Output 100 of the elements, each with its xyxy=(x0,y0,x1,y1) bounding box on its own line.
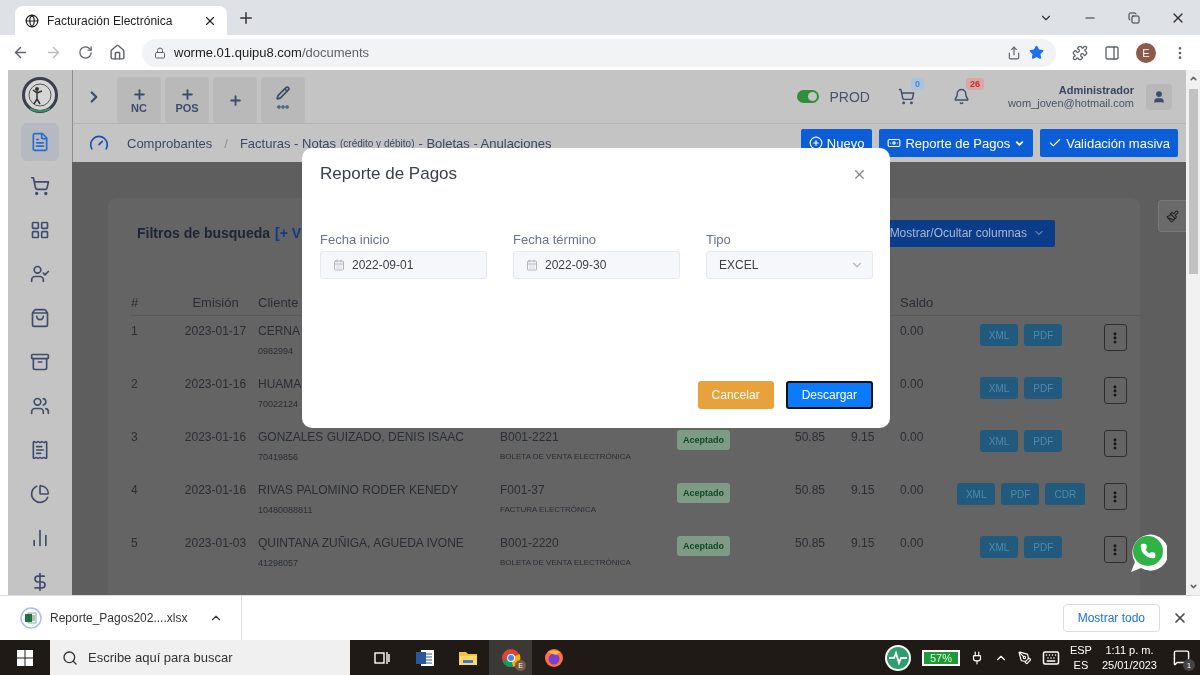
chrome-icon[interactable] xyxy=(500,647,521,668)
date-text: 2023-01-16 xyxy=(184,483,247,497)
plus-icon xyxy=(179,86,195,102)
search-field[interactable]: Escribe aquí para buscar xyxy=(50,640,350,675)
language-text[interactable]: ESP xyxy=(1069,642,1092,658)
sidebar-item[interactable] xyxy=(21,123,59,161)
pen-icon[interactable] xyxy=(1017,650,1032,665)
document-number: B001-2220 xyxy=(500,536,559,550)
star-icon[interactable] xyxy=(1029,45,1044,60)
document-number: B001-2221 xyxy=(500,430,559,444)
bell-icon[interactable] xyxy=(952,88,970,105)
show-all-button[interactable]: Mostrar todo xyxy=(1062,604,1160,632)
notification-count: 26 xyxy=(965,78,984,90)
amount-text: 9.15 xyxy=(851,483,875,497)
column-header: Emisión xyxy=(192,295,239,310)
amount-text: 9.15 xyxy=(851,536,875,550)
users-icon xyxy=(30,396,50,416)
field-label: Fecha inicio xyxy=(320,232,391,247)
row-number: 4 xyxy=(131,483,138,497)
pie-chart-icon xyxy=(30,484,50,504)
customize-button[interactable] xyxy=(1158,200,1186,232)
quick-button[interactable] xyxy=(261,77,305,123)
profile-avatar[interactable]: E xyxy=(1136,42,1156,63)
scrollbar[interactable] xyxy=(1186,70,1200,595)
client-name: QUINTANA ZUÑIGA, AGUEDA IVONE xyxy=(258,536,464,550)
word-icon[interactable] xyxy=(414,647,435,668)
battery-indicator[interactable]: 57% xyxy=(921,649,960,666)
amount-text: 0.00 xyxy=(900,536,924,550)
firefox-icon[interactable] xyxy=(543,647,564,668)
user-button[interactable] xyxy=(1146,83,1172,110)
breadcrumb-separator: / xyxy=(224,135,228,151)
date-field[interactable]: 2022-09-30 xyxy=(513,251,680,279)
row-number: 5 xyxy=(131,536,138,550)
plus-icon xyxy=(227,92,243,108)
amount-text: 50.85 xyxy=(795,536,826,550)
status-badge: Aceptado xyxy=(677,536,730,556)
amount-text: 0.00 xyxy=(900,377,924,391)
home-icon[interactable] xyxy=(109,44,126,61)
type-select[interactable]: EXCEL xyxy=(706,251,873,279)
download-button[interactable]: Descargar xyxy=(785,381,873,409)
scroll-thumb[interactable] xyxy=(1188,89,1198,274)
lock-icon xyxy=(154,46,166,59)
grid-icon xyxy=(30,220,50,240)
date-text: 2023-01-16 xyxy=(184,377,247,391)
scroll-down-icon[interactable] xyxy=(1188,582,1198,591)
action-button[interactable]: Reporte de Pagos xyxy=(879,129,1034,157)
user-name: Administrador xyxy=(1058,83,1134,97)
breadcrumb-link[interactable]: Comprobantes xyxy=(127,135,213,151)
field-label: Fecha término xyxy=(513,232,598,247)
environment-label: PROD xyxy=(829,88,870,105)
quick-button[interactable]: POS xyxy=(165,77,209,123)
amount-text: 0.00 xyxy=(900,430,924,444)
close-icon[interactable] xyxy=(1172,610,1188,626)
side-panel-icon[interactable] xyxy=(1104,44,1120,61)
globe-icon xyxy=(25,13,39,28)
dialog-title: Reporte de Pagos xyxy=(320,164,458,184)
clock-time[interactable]: 1:11 p. m. xyxy=(1105,642,1154,658)
user-check-icon xyxy=(30,264,50,284)
bar-chart-icon xyxy=(30,528,50,548)
back-icon[interactable] xyxy=(12,44,29,61)
puzzle-icon[interactable] xyxy=(1072,44,1088,61)
bag-icon xyxy=(30,308,50,328)
status-badge: Aceptado xyxy=(677,430,730,450)
client-name: RIVAS PALOMINO RODER KENEDY xyxy=(258,483,459,497)
keyboard-icon[interactable] xyxy=(1041,648,1060,667)
date-text: 2023-01-17 xyxy=(184,324,247,338)
restore-icon[interactable] xyxy=(1128,11,1140,24)
column-header: Cliente xyxy=(258,295,299,310)
column-header: # xyxy=(131,295,139,310)
cart-icon[interactable] xyxy=(897,88,915,105)
date-field[interactable]: 2022-09-01 xyxy=(320,251,487,279)
scroll-up-icon[interactable] xyxy=(1188,74,1198,83)
amount-text: 9.15 xyxy=(851,430,875,444)
column-header: Saldo xyxy=(900,295,934,310)
row-number: 2 xyxy=(131,377,138,391)
layout-text[interactable]: ES xyxy=(1073,657,1089,673)
client-name: CERNA xyxy=(258,324,300,338)
task-view-icon[interactable] xyxy=(373,649,390,666)
reload-icon[interactable] xyxy=(78,45,93,60)
browser-tab[interactable]: Facturación Electrónica xyxy=(15,6,227,35)
search-icon xyxy=(62,649,78,666)
field-label: Tipo xyxy=(706,232,732,247)
brush-icon xyxy=(1166,209,1179,223)
action-button[interactable]: Validación masiva xyxy=(1040,129,1178,157)
share-icon[interactable] xyxy=(1007,45,1021,60)
quick-button[interactable]: NC xyxy=(117,77,161,123)
plus-icon xyxy=(131,86,147,102)
environment-toggle[interactable] xyxy=(797,90,820,103)
check-icon xyxy=(1048,136,1063,150)
cart-icon xyxy=(30,176,50,196)
status-badge: Aceptado xyxy=(677,483,730,503)
cart-count: 0 xyxy=(910,78,924,90)
page-title: Facturas - Notas xyxy=(239,135,336,151)
document-number: F001-37 xyxy=(500,483,545,497)
amount-text: 50.85 xyxy=(795,483,826,497)
amount-text: 0.00 xyxy=(900,483,924,497)
notifications-icon[interactable] xyxy=(1173,649,1190,666)
windows-icon[interactable] xyxy=(17,649,33,666)
pulse-icon[interactable] xyxy=(883,643,912,672)
clock-date[interactable]: 25/01/2023 xyxy=(1101,657,1157,673)
